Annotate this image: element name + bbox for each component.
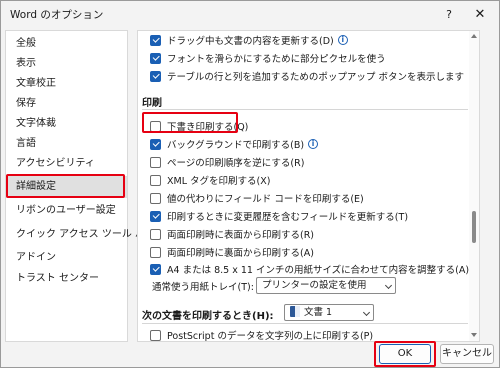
- scrollbar-thumb[interactable]: [472, 211, 476, 243]
- close-button[interactable]: ✕: [469, 5, 491, 25]
- paper-tray-value: プリンターの設定を使用: [262, 280, 367, 291]
- info-icon[interactable]: i: [308, 139, 319, 149]
- option-label: ページの印刷順序を逆にする(R): [167, 158, 305, 169]
- section-title-document-print: 次の文書を印刷するとき(H):: [142, 311, 274, 322]
- option-label: 印刷するときに変更履歴を含むフィールドを更新する(T): [167, 212, 409, 223]
- sidebar-item-language[interactable]: 言語: [6, 133, 127, 155]
- sidebar-item-customize-ribbon[interactable]: リボンのユーザー設定: [6, 200, 127, 222]
- option-label: PostScript のデータを文字列の上に印刷する(P): [167, 331, 374, 342]
- info-icon[interactable]: i: [337, 35, 348, 45]
- dialog-title: Word のオプション: [10, 9, 104, 21]
- checkbox-checked[interactable]: [150, 138, 161, 150]
- section-title-print: 印刷: [142, 98, 162, 109]
- advanced-options-panel: ドラッグ中も文書の内容を更新する(D) i フォントを滑らかにするために部分ピク…: [137, 30, 480, 342]
- option-label: ドラッグ中も文書の内容を更新する(D): [167, 36, 334, 47]
- paper-tray-label: 通常使う用紙トレイ(T):: [152, 282, 254, 293]
- options-sidebar: 全般 表示 文章校正 保存 文字体裁 言語 アクセシビリティ 詳細設定 リボンの…: [5, 30, 155, 342]
- document-value: 文書 1: [304, 307, 333, 318]
- checkbox-checked[interactable]: [150, 263, 161, 275]
- checkbox-unchecked[interactable]: [150, 329, 161, 341]
- option-label: 下書き印刷する(Q): [167, 122, 249, 133]
- option-duplex-back-first[interactable]: 両面印刷時に裏面から印刷する(A): [150, 243, 314, 261]
- option-label: バックグラウンドで印刷する(B): [167, 140, 305, 151]
- chevron-down-icon: [384, 281, 393, 290]
- document-select[interactable]: 文書 1: [284, 304, 374, 321]
- word-document-icon: [290, 306, 300, 317]
- checkbox-checked[interactable]: [150, 70, 161, 82]
- option-label: XML タグを印刷する(X): [167, 176, 271, 187]
- option-update-while-dragging[interactable]: ドラッグ中も文書の内容を更新する(D) i: [150, 31, 348, 49]
- checkbox-checked[interactable]: [150, 52, 161, 64]
- sidebar-item-display[interactable]: 表示: [6, 53, 127, 75]
- option-scale-paper-size[interactable]: A4 または 8.5 x 11 インチの用紙サイズに合わせて内容を調整する(A): [150, 260, 469, 278]
- checkbox-unchecked[interactable]: [150, 174, 161, 186]
- sidebar-item-save[interactable]: 保存: [6, 93, 127, 115]
- option-postscript-over-text[interactable]: PostScript のデータを文字列の上に印刷する(P): [150, 326, 374, 342]
- sidebar-item-add-ins[interactable]: アドイン: [6, 247, 127, 269]
- sidebar-item-advanced[interactable]: 詳細設定: [6, 176, 127, 198]
- checkbox-unchecked[interactable]: [150, 192, 161, 204]
- option-draft-print[interactable]: 下書き印刷する(Q): [150, 117, 248, 135]
- checkbox-unchecked[interactable]: [150, 120, 161, 132]
- scroll-up-arrow-icon[interactable]: [471, 34, 477, 38]
- vertical-scrollbar[interactable]: [469, 31, 479, 341]
- title-bar: Word のオプション ? ✕: [1, 1, 499, 29]
- option-update-tracked-fields[interactable]: 印刷するときに変更履歴を含むフィールドを更新する(T): [150, 207, 408, 225]
- sidebar-item-general[interactable]: 全般: [6, 33, 127, 55]
- option-print-field-codes[interactable]: 値の代わりにフィールド コードを印刷する(E): [150, 189, 364, 207]
- option-label: 値の代わりにフィールド コードを印刷する(E): [167, 194, 364, 205]
- sidebar-item-accessibility[interactable]: アクセシビリティ: [6, 153, 127, 175]
- option-label: A4 または 8.5 x 11 インチの用紙サイズに合わせて内容を調整する(A): [167, 265, 470, 276]
- option-print-xml-tags[interactable]: XML タグを印刷する(X): [150, 171, 270, 189]
- checkbox-checked[interactable]: [150, 210, 161, 222]
- checkbox-checked[interactable]: [150, 34, 161, 46]
- word-options-dialog: Word のオプション ? ✕ 全般 表示 文章校正 保存 文字体裁 言語 アク…: [0, 0, 500, 368]
- paper-tray-select[interactable]: プリンターの設定を使用: [256, 277, 396, 294]
- option-label: 両面印刷時に裏面から印刷する(A): [167, 248, 314, 259]
- option-label: フォントを滑らかにするために部分ピクセルを使う: [167, 54, 386, 65]
- option-duplex-front-first[interactable]: 両面印刷時に表面から印刷する(R): [150, 225, 314, 243]
- sidebar-item-trust-center[interactable]: トラスト センター: [6, 268, 127, 290]
- sidebar-item-quick-access-toolbar[interactable]: クイック アクセス ツール バー: [6, 224, 155, 246]
- option-reverse-print-order[interactable]: ページの印刷順序を逆にする(R): [150, 153, 304, 171]
- option-label: 両面印刷時に表面から印刷する(R): [167, 230, 315, 241]
- sidebar-item-typography[interactable]: 文字体裁: [6, 113, 127, 135]
- option-label: テーブルの行と列を追加するためのポップアップ ボタンを表示します: [167, 72, 464, 83]
- option-subpixel-font[interactable]: フォントを滑らかにするために部分ピクセルを使う: [150, 49, 386, 67]
- sidebar-item-proofing[interactable]: 文章校正: [6, 73, 127, 95]
- option-table-popup-button[interactable]: テーブルの行と列を追加するためのポップアップ ボタンを表示します: [150, 67, 464, 85]
- checkbox-unchecked[interactable]: [150, 246, 161, 258]
- checkbox-unchecked[interactable]: [150, 228, 161, 240]
- help-button[interactable]: ?: [439, 5, 459, 25]
- scroll-down-arrow-icon[interactable]: [471, 333, 477, 337]
- section-divider: [142, 323, 468, 324]
- option-background-print[interactable]: バックグラウンドで印刷する(B) i: [150, 135, 319, 153]
- checkbox-unchecked[interactable]: [150, 156, 161, 168]
- chevron-down-icon: [362, 308, 371, 317]
- cancel-button[interactable]: キャンセル: [440, 344, 494, 364]
- section-divider: [142, 109, 468, 110]
- ok-button[interactable]: OK: [379, 344, 431, 364]
